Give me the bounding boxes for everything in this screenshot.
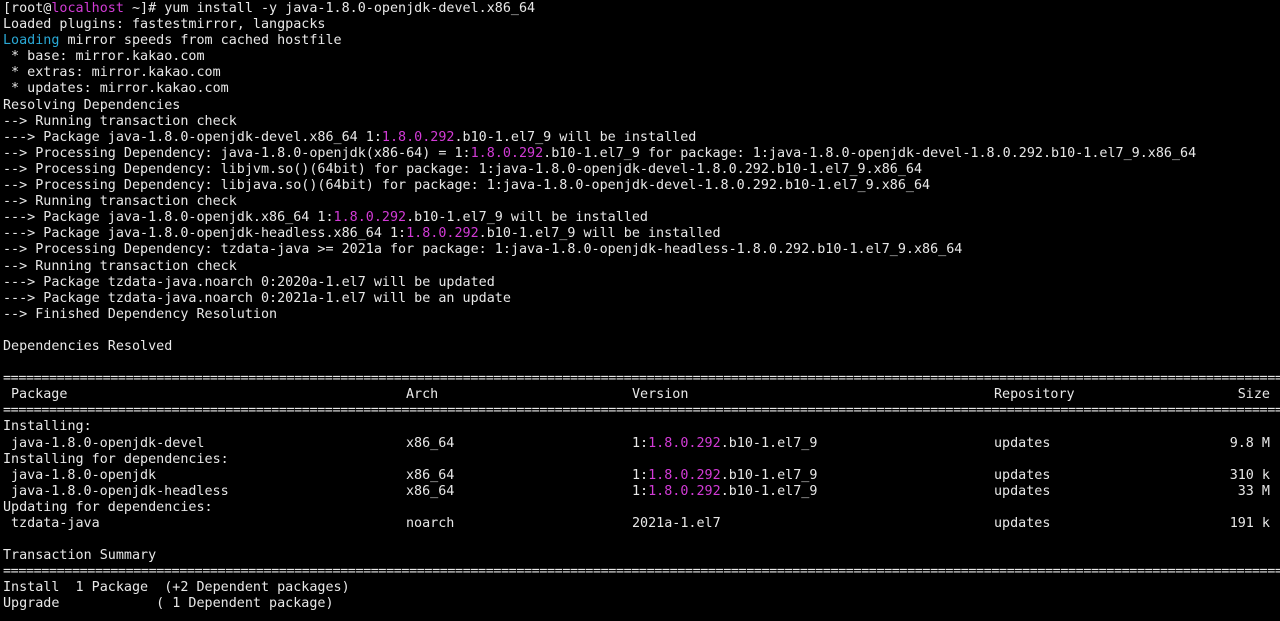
log-line: --> Running transaction check <box>3 113 237 129</box>
table-header-row: Package Arch Version Repository Size <box>3 387 1280 403</box>
log-line: Resolving Dependencies <box>3 97 181 113</box>
version-suffix: .b10-1.el7_9 <box>720 435 818 451</box>
header-repository: Repository <box>994 387 1075 403</box>
loading-rest: mirror speeds from cached hostfile <box>59 33 342 49</box>
cell-package: java-1.8.0-openjdk-devel <box>11 435 205 451</box>
version-prefix: 1: <box>632 435 649 451</box>
log-segment: ---> Package java-1.8.0-openjdk-devel.x8… <box>3 129 382 145</box>
version-highlight: 1.8.0.292 <box>648 467 721 483</box>
cell-arch: x86_64 <box>406 435 455 451</box>
prompt-host: localhost <box>51 1 124 16</box>
cell-repository: updates <box>994 483 1051 499</box>
summary-title: Transaction Summary <box>3 548 157 564</box>
log-line: --> Processing Dependency: tzdata-java >… <box>3 242 963 258</box>
cell-repository: updates <box>994 435 1051 451</box>
header-package: Package <box>11 387 68 403</box>
cell-arch: noarch <box>406 516 455 531</box>
log-line: --> Processing Dependency: libjvm.so()(6… <box>3 161 923 177</box>
log-segment: .b10-1.el7_9 will be installed <box>454 129 697 145</box>
log-line: ---> Package tzdata-java.noarch 0:2021a-… <box>3 290 511 306</box>
cell-size: 310 k <box>1229 467 1270 483</box>
separator-line: ========================================… <box>3 403 1280 419</box>
log-line: ---> Package tzdata-java.noarch 0:2020a-… <box>3 274 495 290</box>
version-highlight: 1.8.0.292 <box>470 145 544 161</box>
cell-package: tzdata-java <box>11 516 100 531</box>
version-suffix: .b10-1.el7_9 <box>720 467 818 483</box>
cell-size: 191 k <box>1229 516 1270 531</box>
prompt-user: [root@ <box>3 1 52 16</box>
cell-arch: x86_64 <box>406 467 455 483</box>
log-line: Loading mirror speeds from cached hostfi… <box>3 33 1280 49</box>
table-row: java-1.8.0-openjdk x86_64 1:1.8.0.292.b1… <box>3 468 1280 484</box>
table-row: java-1.8.0-openjdk-headless x86_64 1:1.8… <box>3 484 1280 500</box>
log-segment: .b10-1.el7_9 will be installed <box>406 210 648 226</box>
version-highlight: 1.8.0.292 <box>333 210 407 226</box>
log-line: --> Finished Dependency Resolution <box>3 306 278 322</box>
log-line: ---> Package java-1.8.0-openjdk.x86_64 1… <box>3 210 1280 226</box>
summary-upgrade: Upgrade ( 1 Dependent package) <box>3 596 334 612</box>
version-highlight: 1.8.0.292 <box>406 226 479 242</box>
loading-word: Loading <box>3 33 60 49</box>
log-line: * extras: mirror.kakao.com <box>3 65 221 81</box>
log-line: Loaded plugins: fastestmirror, langpacks <box>3 17 326 33</box>
header-version: Version <box>632 387 689 403</box>
cell-size: 33 M <box>1237 483 1270 499</box>
log-line: --> Processing Dependency: libjava.so()(… <box>3 178 931 194</box>
version-highlight: 1.8.0.292 <box>381 129 455 145</box>
cell-arch: x86_64 <box>406 483 455 499</box>
log-segment: ---> Package java-1.8.0-openjdk-headless… <box>3 226 407 242</box>
version-prefix: 1: <box>632 483 649 499</box>
log-segment: .b10-1.el7_9 will be installed <box>478 226 721 242</box>
header-size: Size <box>1237 387 1270 403</box>
version-highlight: 1.8.0.292 <box>648 483 721 499</box>
table-row: java-1.8.0-openjdk-devel x86_64 1:1.8.0.… <box>3 436 1280 452</box>
cell-version: 1:1.8.0.292.b10-1.el7_9 <box>632 484 817 500</box>
section-label-updating: Updating for dependencies: <box>3 499 213 515</box>
summary-install: Install 1 Package (+2 Dependent packages… <box>3 580 350 596</box>
cell-version: 1:1.8.0.292.b10-1.el7_9 <box>632 436 817 452</box>
header-arch: Arch <box>406 387 439 403</box>
version-suffix: .b10-1.el7_9 <box>720 483 818 499</box>
separator-line: ========================================… <box>3 564 1280 580</box>
separator-line: ========================================… <box>3 371 1280 387</box>
log-line: --> Processing Dependency: java-1.8.0-op… <box>3 146 1280 162</box>
version-prefix: 1: <box>632 467 649 483</box>
cell-version: 2021a-1.el7 <box>632 516 721 531</box>
section-label-installing: Installing: <box>3 419 92 435</box>
log-line: --> Running transaction check <box>3 194 237 210</box>
cell-package: java-1.8.0-openjdk <box>11 467 157 483</box>
cell-size: 9.8 M <box>1229 435 1270 451</box>
cell-repository: updates <box>994 516 1051 531</box>
log-line: Dependencies Resolved <box>3 338 173 354</box>
prompt-suffix: ~]# <box>123 1 165 16</box>
log-line: --> Running transaction check <box>3 258 237 274</box>
prompt-line: [root@localhost ~]# yum install -y java-… <box>3 1 1280 17</box>
cell-package: java-1.8.0-openjdk-headless <box>11 483 229 499</box>
terminal-window[interactable]: [root@localhost ~]# yum install -y java-… <box>0 0 1280 621</box>
table-row: tzdata-java noarch 2021a-1.el7 updates 1… <box>3 516 1280 532</box>
log-segment: ---> Package java-1.8.0-openjdk.x86_64 1… <box>3 210 334 226</box>
log-segment: --> Processing Dependency: java-1.8.0-op… <box>3 145 471 161</box>
cell-version: 1:1.8.0.292.b10-1.el7_9 <box>632 468 817 484</box>
section-label-dependencies: Installing for dependencies: <box>3 451 229 467</box>
log-line: * base: mirror.kakao.com <box>3 49 205 65</box>
log-line: ---> Package java-1.8.0-openjdk-headless… <box>3 226 1280 242</box>
log-line: * updates: mirror.kakao.com <box>3 81 229 97</box>
command-text: yum install -y java-1.8.0-openjdk-devel.… <box>164 1 536 16</box>
version-highlight: 1.8.0.292 <box>648 435 721 451</box>
log-line: ---> Package java-1.8.0-openjdk-devel.x8… <box>3 130 1280 146</box>
cell-repository: updates <box>994 467 1051 483</box>
log-segment: .b10-1.el7_9 for package: 1:java-1.8.0-o… <box>543 145 1197 161</box>
